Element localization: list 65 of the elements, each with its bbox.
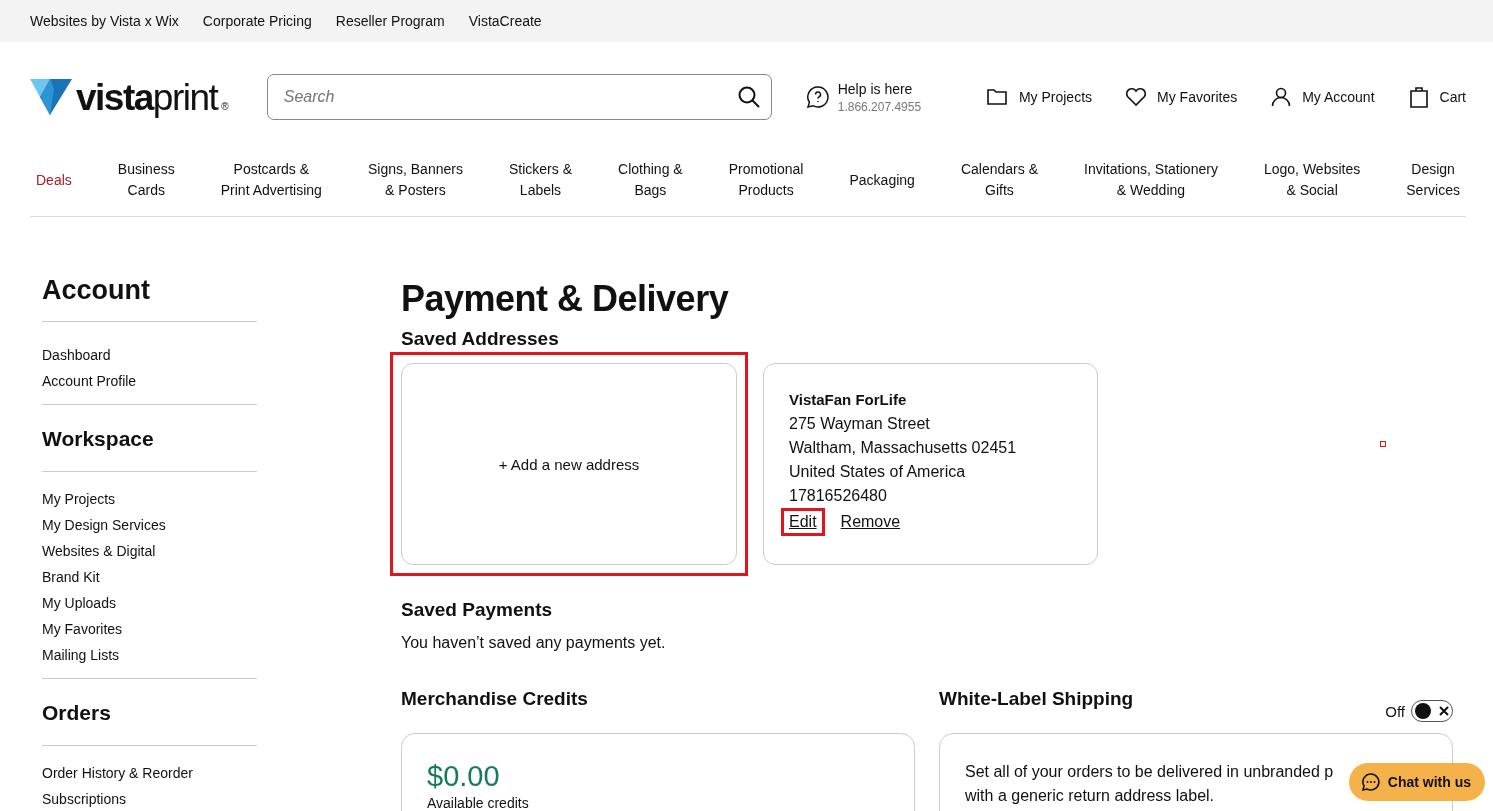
empty-message: You haven’t saved any payments yet. bbox=[401, 634, 667, 652]
sidebar-item[interactable]: Mailing Lists bbox=[42, 642, 257, 668]
heart-icon[interactable] bbox=[1124, 85, 1149, 109]
top-link[interactable]: VistaCreate bbox=[468, 13, 542, 29]
nav-item[interactable]: Invitations, Stationery & Wedding bbox=[1078, 159, 1224, 201]
nav-item[interactable]: Business Cards bbox=[111, 159, 181, 201]
chat-icon[interactable] bbox=[1360, 772, 1381, 792]
help-phone[interactable]: 1.866.207.4955 bbox=[837, 99, 922, 114]
nav-item[interactable]: Deals bbox=[30, 169, 78, 191]
sidebar-item[interactable]: Order History & Reorder bbox=[42, 760, 257, 786]
highlight-marker bbox=[1380, 441, 1386, 447]
section-title: Saved Addresses bbox=[401, 328, 560, 350]
top-link[interactable]: Corporate Pricing bbox=[202, 13, 312, 29]
sidebar-heading: Orders bbox=[42, 701, 257, 746]
nav-item[interactable]: Postcards & Print Advertising bbox=[214, 159, 328, 201]
sidebar-item[interactable]: My Projects bbox=[42, 486, 257, 512]
section-title: Saved Payments bbox=[401, 599, 554, 621]
nav-item[interactable]: Packaging bbox=[843, 169, 921, 191]
remove-link[interactable]: Remove bbox=[832, 508, 909, 536]
address-line: 275 Wayman Street bbox=[789, 414, 931, 434]
nav-item[interactable]: Stickers & Labels bbox=[503, 159, 578, 201]
add-address-card[interactable]: + Add a new address bbox=[401, 363, 737, 565]
section-title: Merchandise Credits bbox=[401, 688, 588, 710]
nav-item[interactable]: Promotional Products bbox=[722, 159, 810, 201]
sidebar-item[interactable]: Websites & Digital bbox=[42, 538, 257, 564]
sidebar-heading: Account bbox=[42, 275, 257, 322]
header-link[interactable]: My Account bbox=[1269, 85, 1375, 109]
nav-item[interactable]: Clothing & Bags bbox=[612, 159, 689, 201]
sidebar-item[interactable]: My Favorites bbox=[42, 616, 257, 642]
toggle-label: Off bbox=[1385, 702, 1405, 720]
page-title: Payment & Delivery bbox=[401, 278, 730, 320]
logo-icon[interactable] bbox=[30, 79, 72, 115]
credit-caption: Available credits bbox=[427, 795, 530, 811]
nav-item[interactable]: Logo, Websites & Social bbox=[1257, 159, 1367, 201]
top-link[interactable]: Websites by Vista x Wix bbox=[30, 13, 179, 29]
header-link[interactable]: My Favorites bbox=[1124, 85, 1238, 109]
nav-item[interactable]: Signs, Banners & Posters bbox=[361, 159, 469, 201]
header-link[interactable]: Cart bbox=[1406, 85, 1466, 109]
section-title: White-Label Shipping bbox=[939, 688, 1134, 710]
address-line: Waltham, Massachusetts 02451 bbox=[789, 438, 1018, 458]
search-field[interactable]: Search bbox=[266, 74, 772, 120]
trademark-mark: ® bbox=[221, 100, 229, 112]
nav-item[interactable]: Calendars & Gifts bbox=[954, 159, 1044, 201]
sidebar-item[interactable]: Dashboard bbox=[42, 342, 257, 368]
address-line: 17816526480 bbox=[789, 486, 888, 506]
nav-item[interactable]: Design Services bbox=[1400, 159, 1466, 201]
address-name: VistaFan ForLife bbox=[789, 391, 908, 408]
search-icon[interactable] bbox=[737, 86, 760, 108]
logo-text[interactable]: vistaprint bbox=[76, 78, 218, 116]
edit-link[interactable]: Edit bbox=[781, 508, 825, 536]
credit-amount: $0.00 bbox=[427, 760, 501, 793]
sidebar-item[interactable]: Subscriptions bbox=[42, 786, 257, 811]
sidebar-item[interactable]: Brand Kit bbox=[42, 564, 257, 590]
shipping-description: Set all of your orders to be delivered in unbranded p with a generic return address label. bbox=[965, 762, 1334, 806]
help-title: Help is here bbox=[837, 80, 914, 97]
header-link[interactable]: My Projects bbox=[985, 85, 1093, 109]
top-link[interactable]: Reseller Program bbox=[335, 13, 445, 29]
help-icon[interactable] bbox=[805, 85, 830, 109]
sidebar-item[interactable]: My Design Services bbox=[42, 512, 257, 538]
cross-icon bbox=[1439, 706, 1449, 716]
sidebar-item[interactable]: My Uploads bbox=[42, 590, 257, 616]
chat-button[interactable]: Chat with us bbox=[1348, 763, 1485, 801]
address-line: United States of America bbox=[789, 462, 967, 482]
sidebar-heading: Workspace bbox=[42, 427, 257, 472]
sidebar-item[interactable]: Account Profile bbox=[42, 368, 257, 394]
